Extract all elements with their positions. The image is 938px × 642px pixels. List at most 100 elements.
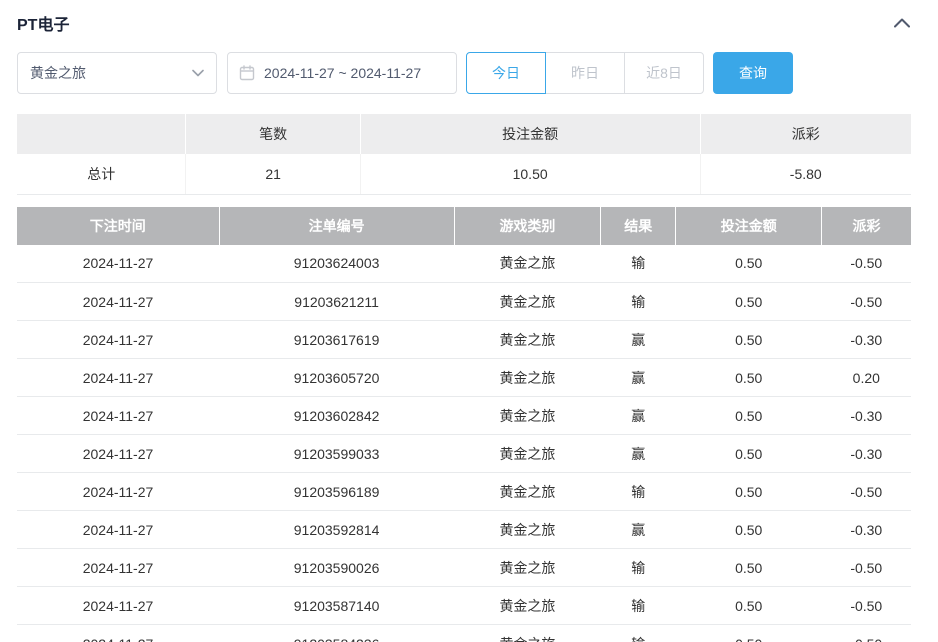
- cell-order-number: 91203592814: [219, 510, 455, 549]
- cell-game-category: 黄金之旅: [454, 434, 601, 473]
- summary-col-blank: [17, 114, 187, 154]
- cell-payout: -0.50: [821, 624, 911, 642]
- cell-payout: -0.50: [821, 548, 911, 587]
- cell-bet-time: 2024-11-27: [17, 282, 220, 321]
- col-result: 结果: [600, 206, 677, 245]
- table-row: 2024-11-27 91203590026 黄金之旅 输 0.50 -0.50: [17, 548, 911, 587]
- cell-bet-amount: 0.50: [675, 282, 822, 321]
- query-button[interactable]: 查询: [713, 52, 793, 94]
- cell-payout: 0.20: [821, 358, 911, 397]
- cell-order-number: 91203617619: [219, 320, 455, 359]
- cell-bet-time: 2024-11-27: [17, 244, 220, 283]
- cell-result: 输: [600, 548, 676, 587]
- cell-bet-amount: 0.50: [675, 434, 822, 473]
- summary-header-row: 笔数 投注金额 派彩: [17, 114, 911, 154]
- cell-bet-time: 2024-11-27: [17, 320, 220, 359]
- summary-total-row: 总计 21 10.50 -5.80: [17, 154, 911, 195]
- cell-result: 输: [600, 586, 676, 625]
- cell-payout: -0.30: [821, 320, 911, 359]
- summary-total-count: 21: [185, 154, 361, 195]
- cell-order-number: 91203624003: [219, 244, 455, 283]
- cell-result: 输: [600, 472, 676, 511]
- cell-order-number: 91203605720: [219, 358, 455, 397]
- cell-game-category: 黄金之旅: [454, 586, 601, 625]
- col-bet-time: 下注时间: [17, 206, 220, 245]
- calendar-icon: [239, 65, 255, 81]
- cell-result: 输: [600, 244, 676, 283]
- cell-game-category: 黄金之旅: [454, 358, 601, 397]
- cell-payout: -0.50: [821, 244, 911, 283]
- table-row: 2024-11-27 91203624003 黄金之旅 输 0.50 -0.50: [17, 244, 911, 283]
- summary-total-payout: -5.80: [700, 154, 911, 195]
- cell-bet-amount: 0.50: [675, 548, 822, 587]
- cell-bet-time: 2024-11-27: [17, 434, 220, 473]
- cell-bet-amount: 0.50: [675, 510, 822, 549]
- cell-bet-amount: 0.50: [675, 472, 822, 511]
- cell-order-number: 91203621211: [219, 282, 455, 321]
- page-title: PT电子: [17, 17, 70, 34]
- table-row: 2024-11-27 91203621211 黄金之旅 输 0.50 -0.50: [17, 282, 911, 321]
- cell-bet-amount: 0.50: [675, 244, 822, 283]
- table-row: 2024-11-27 91203592814 黄金之旅 赢 0.50 -0.30: [17, 510, 911, 549]
- cell-game-category: 黄金之旅: [454, 510, 601, 549]
- pt-games-panel: PT电子 黄金之旅 2024-11-27 ~ 2024-11-27 今日 昨日 …: [0, 0, 938, 642]
- table-row: 2024-11-27 91203602842 黄金之旅 赢 0.50 -0.30: [17, 396, 911, 435]
- cell-payout: -0.50: [821, 282, 911, 321]
- summary-total-label: 总计: [17, 154, 187, 195]
- cell-result: 赢: [600, 320, 676, 359]
- yesterday-button[interactable]: 昨日: [545, 52, 625, 94]
- table-row: 2024-11-27 91203605720 黄金之旅 赢 0.50 0.20: [17, 358, 911, 397]
- cell-order-number: 91203599033: [219, 434, 455, 473]
- cell-bet-time: 2024-11-27: [17, 548, 220, 587]
- cell-game-category: 黄金之旅: [454, 472, 601, 511]
- cell-bet-amount: 0.50: [675, 320, 822, 359]
- today-button[interactable]: 今日: [466, 52, 546, 94]
- cell-game-category: 黄金之旅: [454, 244, 601, 283]
- cell-game-category: 黄金之旅: [454, 548, 601, 587]
- date-range-picker[interactable]: 2024-11-27 ~ 2024-11-27: [227, 52, 457, 94]
- cell-bet-time: 2024-11-27: [17, 510, 220, 549]
- date-range-value: 2024-11-27 ~ 2024-11-27: [264, 65, 422, 81]
- cell-payout: -0.30: [821, 434, 911, 473]
- summary-table: 笔数 投注金额 派彩 总计 21 10.50 -5.80: [17, 114, 911, 195]
- cell-game-category: 黄金之旅: [454, 624, 601, 642]
- cell-order-number: 91203587140: [219, 586, 455, 625]
- summary-col-count: 笔数: [185, 114, 361, 154]
- cell-game-category: 黄金之旅: [454, 320, 601, 359]
- cell-result: 赢: [600, 358, 676, 397]
- summary-col-payout: 派彩: [700, 114, 911, 154]
- table-row: 2024-11-27 91203587140 黄金之旅 输 0.50 -0.50: [17, 586, 911, 625]
- game-select-value: 黄金之旅: [30, 65, 86, 81]
- cell-game-category: 黄金之旅: [454, 396, 601, 435]
- cell-payout: -0.30: [821, 510, 911, 549]
- cell-payout: -0.30: [821, 396, 911, 435]
- quick-date-button-group: 今日 昨日 近8日: [466, 52, 704, 94]
- col-order-number: 注单编号: [219, 206, 455, 245]
- table-row: 2024-11-27 91203599033 黄金之旅 赢 0.50 -0.30: [17, 434, 911, 473]
- chevron-up-icon[interactable]: [893, 14, 911, 32]
- cell-order-number: 91203590026: [219, 548, 455, 587]
- cell-bet-amount: 0.50: [675, 624, 822, 642]
- bet-table-header-row: 下注时间 注单编号 游戏类别 结果 投注金额 派彩: [17, 206, 911, 245]
- cell-payout: -0.50: [821, 472, 911, 511]
- bet-table: 下注时间 注单编号 游戏类别 结果 投注金额 派彩 2024-11-27 912…: [17, 206, 911, 642]
- col-bet-amount: 投注金额: [675, 206, 823, 245]
- col-payout: 派彩: [821, 206, 911, 245]
- cell-order-number: 91203584236: [219, 624, 455, 642]
- cell-result: 赢: [600, 510, 676, 549]
- chevron-down-icon: [192, 69, 204, 77]
- cell-order-number: 91203596189: [219, 472, 455, 511]
- game-select[interactable]: 黄金之旅: [17, 52, 217, 94]
- cell-bet-time: 2024-11-27: [17, 472, 220, 511]
- cell-result: 赢: [600, 434, 676, 473]
- cell-result: 输: [600, 624, 676, 642]
- last-8-days-button[interactable]: 近8日: [624, 52, 704, 94]
- table-row: 2024-11-27 91203596189 黄金之旅 输 0.50 -0.50: [17, 472, 911, 511]
- filter-bar: 黄金之旅 2024-11-27 ~ 2024-11-27 今日 昨日 近8日 查…: [17, 52, 911, 94]
- cell-payout: -0.50: [821, 586, 911, 625]
- table-row: 2024-11-27 91203584236 黄金之旅 输 0.50 -0.50: [17, 624, 911, 642]
- bet-table-body: 2024-11-27 91203624003 黄金之旅 输 0.50 -0.50…: [17, 244, 911, 642]
- cell-bet-time: 2024-11-27: [17, 624, 220, 642]
- cell-order-number: 91203602842: [219, 396, 455, 435]
- cell-bet-amount: 0.50: [675, 396, 822, 435]
